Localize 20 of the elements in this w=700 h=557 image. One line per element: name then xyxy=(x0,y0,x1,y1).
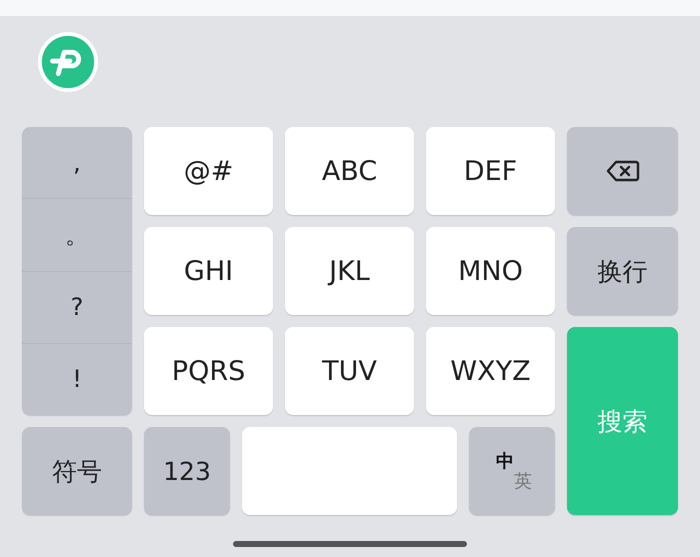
letter-key[interactable]: PQRS xyxy=(144,327,273,415)
letter-key[interactable]: WXYZ xyxy=(426,327,555,415)
punctuation-key[interactable]: , xyxy=(22,127,132,198)
logo-icon[interactable] xyxy=(37,30,99,92)
letter-key[interactable]: @# xyxy=(144,127,273,215)
letter-key[interactable]: GHI xyxy=(144,227,273,315)
backspace-key[interactable] xyxy=(567,127,678,215)
numbers-key[interactable]: 123 xyxy=(144,427,230,515)
backspace-icon xyxy=(604,159,640,183)
punctuation-key[interactable]: 。 xyxy=(22,198,132,270)
letter-key[interactable]: DEF xyxy=(426,127,555,215)
letter-key[interactable]: ABC xyxy=(285,127,414,215)
symbols-key[interactable]: 符号 xyxy=(22,427,132,515)
letter-key[interactable]: TUV xyxy=(285,327,414,415)
language-toggle-key[interactable]: 中 英 xyxy=(469,427,555,515)
letter-key[interactable]: JKL xyxy=(285,227,414,315)
punctuation-key[interactable]: ? xyxy=(22,270,132,343)
newline-key[interactable]: 换行 xyxy=(567,227,678,315)
letter-key[interactable]: MNO xyxy=(426,227,555,315)
punctuation-key[interactable]: ! xyxy=(22,342,132,415)
